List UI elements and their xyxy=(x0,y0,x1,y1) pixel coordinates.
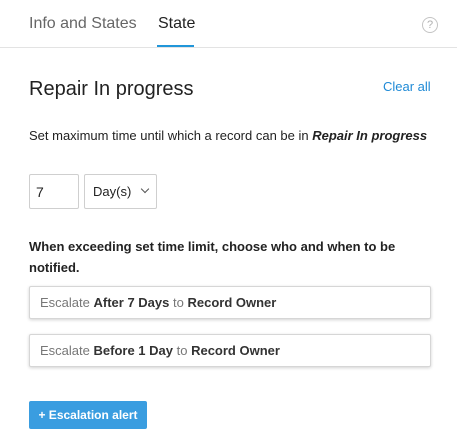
page-title: Repair In progress xyxy=(29,78,194,100)
clear-all-link[interactable]: Clear all xyxy=(383,79,431,94)
add-escalation-alert-button[interactable]: + Escalation alert xyxy=(29,401,147,429)
tab-bar: Info and States State ? xyxy=(0,0,457,48)
to-word: to xyxy=(173,295,184,310)
escalate-word: Escalate xyxy=(40,343,90,358)
active-tab-indicator xyxy=(157,45,194,47)
escalation-when: Before 1 Day xyxy=(93,343,173,358)
escalation-when: After 7 Days xyxy=(93,295,170,310)
notify-label: When exceeding set time limit, choose wh… xyxy=(29,239,396,275)
time-unit-value: Day(s) xyxy=(93,184,132,199)
escalation-who: Record Owner xyxy=(187,295,277,310)
chevron-down-icon xyxy=(140,184,150,194)
escalation-rule[interactable]: Escalate Before 1 Day to Record Owner xyxy=(29,334,431,367)
description-state-name: Repair In progress xyxy=(312,128,428,143)
escalate-word: Escalate xyxy=(40,295,90,310)
escalation-who: Record Owner xyxy=(191,343,280,358)
escalation-rule[interactable]: Escalate After 7 Days to Record Owner xyxy=(29,286,431,319)
help-icon[interactable]: ? xyxy=(422,17,438,33)
time-value-input[interactable] xyxy=(29,174,79,209)
tab-info-and-states[interactable]: Info and States xyxy=(29,15,137,33)
description-text: Set maximum time until which a record ca… xyxy=(29,128,313,143)
time-unit-select[interactable]: Day(s) xyxy=(84,174,157,209)
tab-state[interactable]: State xyxy=(158,15,195,33)
time-limit-description: Set maximum time until which a record ca… xyxy=(29,125,429,146)
to-word: to xyxy=(176,343,188,358)
